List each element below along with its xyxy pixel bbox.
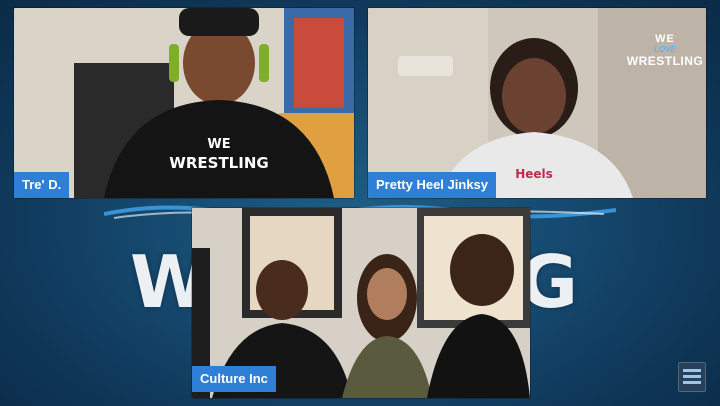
svg-text:Heels: Heels — [515, 167, 553, 181]
svg-text:WE: WE — [207, 137, 230, 152]
participant-video-tre-d[interactable]: WE WRESTLING Tre' D. — [14, 8, 354, 198]
show-logo-line: WRESTLING — [626, 54, 704, 68]
video-call-stage: W N G WE WRESTLING Tre' D. — [0, 0, 720, 406]
participant-name-tag: Culture Inc — [192, 366, 276, 392]
watermark-icon — [683, 369, 701, 384]
show-logo: WE LOVE WRESTLING — [624, 33, 706, 68]
video-feed: WE WRESTLING — [14, 8, 354, 198]
show-logo-line: WE — [655, 33, 675, 45]
participant-name-tag: Pretty Heel Jinksy — [368, 172, 497, 198]
participant-name-tag: Tre' D. — [14, 172, 70, 198]
participant-video-culture-inc[interactable]: Culture Inc — [192, 208, 530, 398]
watermark-logo — [678, 362, 706, 392]
svg-text:WRESTLING: WRESTLING — [169, 154, 268, 172]
